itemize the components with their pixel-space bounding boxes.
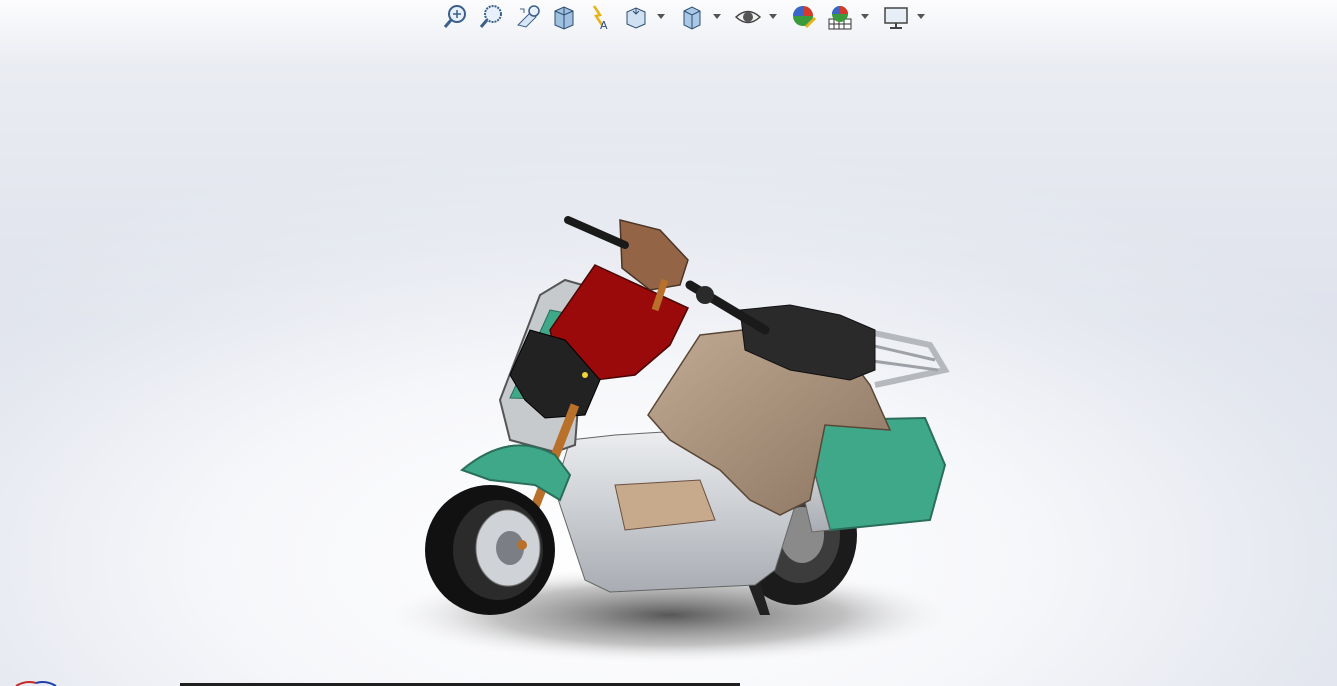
heads-up-view-toolbar: A [440,0,932,34]
dynamic-annotation-views-icon[interactable]: A [584,1,616,33]
hide-show-items-icon[interactable] [732,1,764,33]
hide-show-items-dropdown[interactable] [768,1,778,33]
indicator-light [582,372,588,378]
windshield [619,219,689,291]
triad-axis-icon [15,681,57,686]
view-settings-icon[interactable] [880,1,912,33]
apply-scene-dropdown[interactable] [860,1,870,33]
apply-scene-icon[interactable] [824,1,856,33]
zoom-to-fit-icon[interactable] [440,1,472,33]
scooter-3d-model[interactable] [370,200,970,670]
previous-view-icon[interactable] [512,1,544,33]
view-orientation-icon[interactable] [620,1,652,33]
view-settings-dropdown[interactable] [916,1,926,33]
display-style-icon[interactable] [676,1,708,33]
edit-appearance-icon[interactable] [788,1,820,33]
graphics-area[interactable]: A [0,0,1337,686]
section-view-icon[interactable] [548,1,580,33]
side-case [813,416,947,532]
svg-text:A: A [600,19,608,31]
zoom-to-area-icon[interactable] [476,1,508,33]
front-wheel [425,485,555,615]
view-orientation-dropdown[interactable] [656,1,666,33]
display-style-dropdown[interactable] [712,1,722,33]
